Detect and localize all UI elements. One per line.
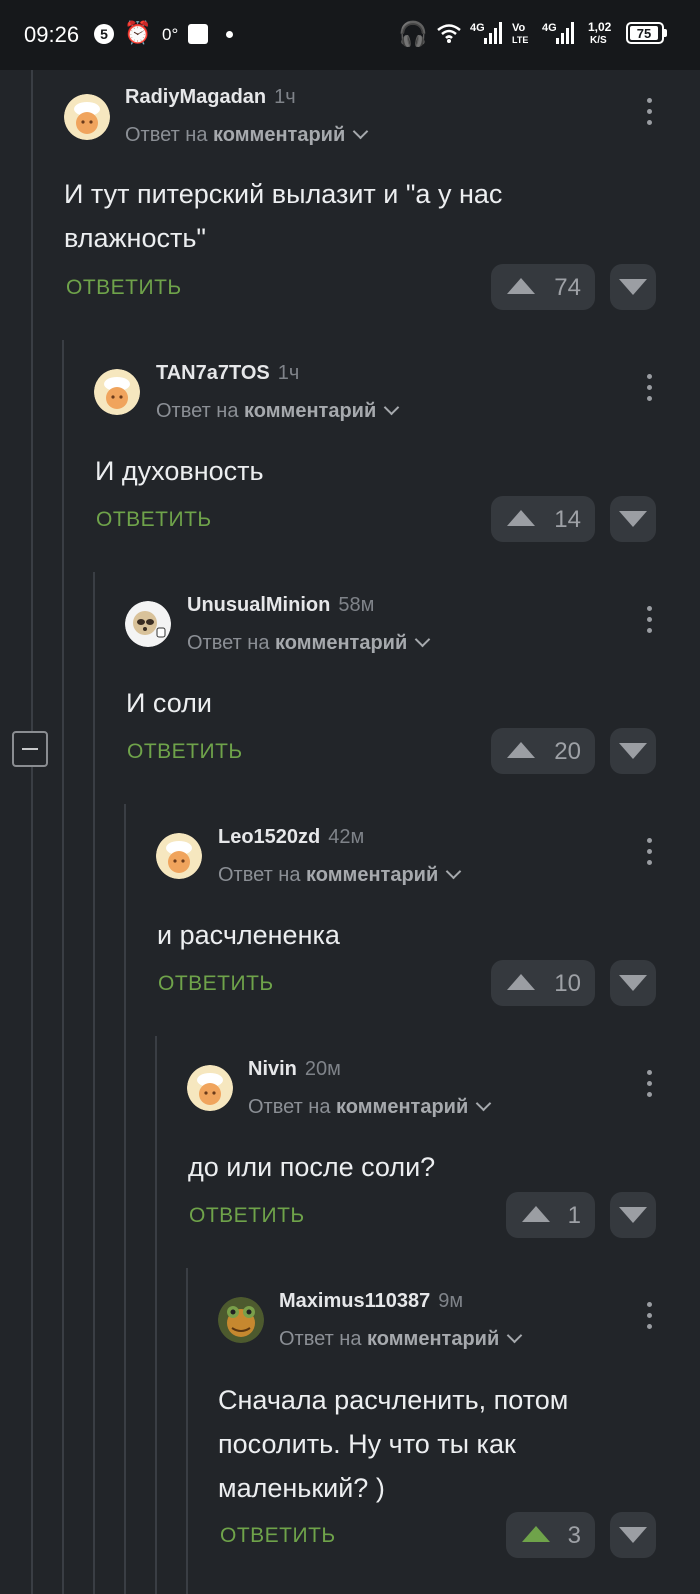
chevron-down-icon [352,123,369,140]
arrow-up-icon [507,742,535,758]
comment-age: 1ч [277,362,300,384]
wifi-icon [437,24,461,43]
temperature: 0° [162,25,179,44]
thread-line-level-3[interactable] [124,804,126,1594]
comment-author[interactable]: Nivin 20м [248,1058,341,1081]
upvote-button[interactable]: 10 [491,960,595,1006]
downvote-button[interactable] [610,264,656,310]
arrow-up-icon [507,278,535,294]
comment-text: И соли [126,688,212,718]
upvote-button[interactable]: 74 [491,264,595,310]
chevron-down-icon [414,631,431,648]
rating: 20 [554,738,581,765]
rating: 3 [567,1522,581,1549]
comment-text: до или после соли? [188,1152,436,1182]
comment-author[interactable]: TAN7a7TOS 1ч [156,362,299,385]
arrow-up-icon [522,1526,550,1542]
network-vo: Vo [512,22,526,34]
arrow-up-icon [507,974,535,990]
comment-text: и расчлененка [157,920,340,950]
rating: 74 [554,274,581,301]
network-lte: LTE [512,35,529,45]
downvote-button[interactable] [610,1192,656,1238]
cook-avatar-icon[interactable] [187,1065,233,1111]
upvote-button[interactable]: 20 [491,728,595,774]
comment-author[interactable]: RadiyMagadan 1ч [125,86,296,109]
comment-menu-icon[interactable] [644,1302,654,1334]
reply-to-link[interactable]: Ответ на комментарий [248,1095,492,1119]
thread-line-level-2[interactable] [93,572,95,1594]
comment-author[interactable]: Leo1520zd 42м [218,826,364,849]
thread-line-level-5[interactable] [186,1268,188,1594]
upvote-button[interactable]: 1 [506,1192,595,1238]
thread-line-level-0[interactable] [31,70,33,1594]
chevron-down-icon [506,1327,523,1344]
battery-icon: 75 [626,22,664,44]
chevron-down-icon [445,863,462,880]
chevron-down-icon [475,1095,492,1112]
speed-unit: K/S [590,35,607,46]
status-bar: 09:26 5 ⏰ 0° 🎧 4G Vo LTE 4G 1,02 K/S 75 [0,0,700,70]
alarm-icon: ⏰ [124,20,152,45]
collapse-thread-button[interactable] [12,731,48,767]
reply-to-link[interactable]: Ответ на комментарий [218,863,462,887]
comment-author[interactable]: UnusualMinion 58м [187,594,374,617]
downvote-button[interactable] [610,960,656,1006]
comment-text: И тут питерский вылазит и "а у нас влажн… [64,179,503,253]
rating: 1 [567,1202,581,1229]
reply-button[interactable]: ОТВЕТИТЬ [189,1204,305,1228]
upvote-button[interactable]: 14 [491,496,595,542]
reply-button[interactable]: ОТВЕТИТЬ [220,1524,336,1548]
cook-avatar-icon[interactable] [64,94,110,140]
reply-button[interactable]: ОТВЕТИТЬ [127,740,243,764]
signal-bars-b-icon [556,22,576,44]
headphones-icon: 🎧 [398,21,428,48]
thread-line-level-1[interactable] [62,340,64,1594]
signal-bars-a-icon [484,22,504,44]
frog-avatar-icon[interactable] [218,1297,264,1343]
reply-to-link[interactable]: Ответ на комментарий [187,631,431,655]
rating: 10 [554,970,581,997]
upvote-button[interactable]: 3 [506,1512,595,1558]
reply-to-link[interactable]: Ответ на комментарий [156,399,400,423]
more-notifications-icon [226,31,233,38]
comment-text: Сначала расчленить, потом посолить. Ну ч… [218,1385,569,1503]
comment-menu-icon[interactable] [644,98,654,130]
notification-badge: 5 [94,24,114,44]
thread-line-level-4[interactable] [155,1036,157,1594]
comment-age: 1ч [274,86,296,108]
comment-age: 42м [328,826,365,848]
reply-button[interactable]: ОТВЕТИТЬ [96,508,212,532]
clock: 09:26 [24,22,80,47]
comment-menu-icon[interactable] [644,1070,654,1102]
reply-to-link[interactable]: Ответ на комментарий [125,123,369,147]
downvote-button[interactable] [610,728,656,774]
cook-avatar-icon[interactable] [156,833,202,879]
comment-age: 58м [338,594,375,616]
downvote-button[interactable] [610,496,656,542]
network-4g-a: 4G [470,22,485,34]
rating: 14 [554,506,581,533]
comment-menu-icon[interactable] [644,606,654,638]
comment-age: 20м [304,1058,341,1080]
reply-to-link[interactable]: Ответ на комментарий [279,1327,523,1351]
speed-value: 1,02 [588,20,612,34]
comment-author[interactable]: Maximus110387 9м [279,1290,463,1313]
reply-button[interactable]: ОТВЕТИТЬ [66,276,182,300]
sloth-avatar-icon[interactable] [125,601,171,647]
arrow-up-icon [522,1206,550,1222]
arrow-up-icon [507,510,535,526]
downvote-button[interactable] [610,1512,656,1558]
battery-level: 75 [630,26,658,41]
comment-menu-icon[interactable] [644,838,654,870]
chevron-down-icon [383,399,400,416]
network-4g-b: 4G [542,22,557,34]
comment-text: И духовность [95,456,264,486]
comment-menu-icon[interactable] [644,374,654,406]
app-notification-icon [188,24,208,44]
comment-age: 9м [438,1290,464,1312]
reply-button[interactable]: ОТВЕТИТЬ [158,972,274,996]
cook-avatar-icon[interactable] [94,369,140,415]
battery-tip [664,29,667,37]
